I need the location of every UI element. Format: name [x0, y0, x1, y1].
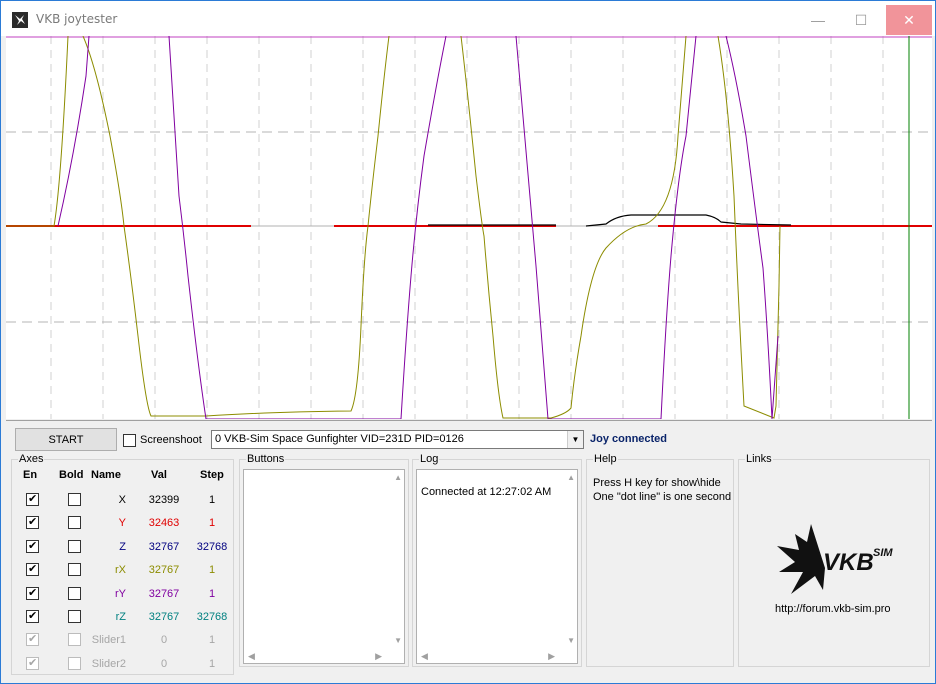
close-icon: ✕	[903, 11, 915, 28]
header-val: Val	[151, 469, 167, 481]
start-button[interactable]: START	[15, 428, 117, 451]
device-select[interactable]: 0 VKB-Sim Space Gunfighter VID=231D PID=…	[211, 430, 584, 449]
screenshot-label: Screenshoot	[140, 434, 202, 446]
axis-step: 1	[208, 657, 216, 670]
axis-value: 32767	[148, 587, 180, 600]
log-entry: Connected at 12:27:02 AM	[421, 486, 552, 498]
axis-name: Y	[118, 517, 126, 530]
header-name: Name	[91, 469, 121, 481]
axis-value: 32767	[148, 564, 180, 577]
axis-step: 1	[208, 564, 216, 577]
axis-trace	[57, 36, 779, 419]
device-select-value: 0 VKB-Sim Space Gunfighter VID=231D PID=…	[215, 433, 464, 445]
axis-bold-checkbox[interactable]	[68, 610, 81, 623]
minimize-button[interactable]: —	[796, 5, 840, 35]
screenshot-checkbox[interactable]	[123, 434, 136, 447]
axis-name: rY	[115, 587, 126, 600]
control-panel: START Screenshoot 0 VKB-Sim Space Gunfig…	[6, 420, 932, 682]
help-line-2: One "dot line" is one second	[593, 491, 732, 503]
axes-group: Axes En Bold Name Val Step X 32399 1 Y 32463…	[11, 453, 234, 675]
axis-scope-plot	[6, 36, 932, 419]
scroll-up-icon[interactable]: ▲	[394, 473, 402, 482]
scroll-right-icon[interactable]: ▶	[375, 651, 382, 662]
help-group: Help Press H key for show\hide One "dot …	[586, 453, 734, 667]
buttons-list[interactable]: ▲ ▼ ◀ ▶	[243, 469, 405, 664]
vkb-sim-logo[interactable]: VKB SIM	[771, 520, 901, 600]
scroll-up-icon[interactable]: ▲	[567, 473, 575, 482]
axis-value: 32767	[148, 611, 180, 623]
chevron-down-icon[interactable]: ▼	[567, 431, 583, 448]
vkb-bird-icon	[777, 524, 825, 594]
axes-group-title: Axes	[18, 453, 45, 465]
help-group-title: Help	[593, 453, 618, 465]
axis-enable-checkbox[interactable]	[26, 562, 39, 577]
scope-canvas	[6, 36, 932, 419]
axis-step: 1	[208, 494, 216, 506]
scroll-down-icon[interactable]: ▼	[394, 636, 402, 645]
window-title: VKB joytester	[36, 12, 118, 26]
axis-bold-checkbox[interactable]	[68, 516, 81, 530]
scroll-left-icon[interactable]: ◀	[421, 651, 428, 662]
axis-enable-checkbox[interactable]	[26, 632, 39, 647]
axis-step: 1	[208, 587, 216, 600]
close-button[interactable]: ✕	[886, 5, 932, 35]
axis-bold-checkbox[interactable]	[68, 656, 81, 670]
axis-name: rZ	[115, 611, 126, 623]
axis-bold-checkbox[interactable]	[68, 586, 81, 600]
app-window: VKB joytester — ☐ ✕ START Screenshoot 0 …	[0, 0, 936, 684]
axis-step: 32768	[196, 540, 228, 553]
header-en: En	[23, 469, 38, 481]
axis-value: 32767	[148, 540, 180, 553]
scroll-left-icon[interactable]: ◀	[248, 651, 255, 662]
links-group: Links VKB SIM http://forum.vkb-sim.pro	[738, 453, 930, 667]
log-group-title: Log	[419, 453, 440, 465]
axis-bold-checkbox[interactable]	[68, 563, 81, 577]
axis-name: rX	[115, 564, 126, 577]
axis-enable-checkbox[interactable]	[26, 515, 39, 530]
axis-bold-checkbox[interactable]	[68, 633, 81, 647]
logo-superscript: SIM	[873, 547, 893, 559]
axis-enable-checkbox[interactable]	[26, 586, 39, 600]
forum-link[interactable]: http://forum.vkb-sim.pro	[775, 603, 891, 615]
vkb-bird-icon	[12, 12, 28, 28]
log-group: Log Connected at 12:27:02 AM ▲ ▼ ◀ ▶	[412, 453, 582, 667]
axis-enable-checkbox[interactable]	[26, 492, 39, 506]
axis-value: 0	[160, 634, 168, 647]
maximize-button[interactable]: ☐	[839, 5, 883, 35]
buttons-group-title: Buttons	[246, 453, 286, 465]
axis-value: 32399	[148, 494, 180, 506]
title-bar: VKB joytester — ☐ ✕	[1, 1, 935, 36]
links-group-title: Links	[745, 453, 773, 465]
help-line-1: Press H key for show\hide	[593, 477, 721, 489]
axis-step: 1	[208, 517, 216, 530]
logo-text: VKB	[823, 549, 874, 576]
axis-bold-checkbox[interactable]	[68, 493, 81, 506]
axis-enable-checkbox[interactable]	[26, 609, 39, 623]
axis-step: 32768	[196, 611, 228, 623]
axis-value: 32463	[148, 517, 180, 530]
minimize-icon: —	[811, 12, 825, 28]
axis-name: Slider1	[91, 634, 126, 647]
scroll-down-icon[interactable]: ▼	[567, 636, 575, 645]
scroll-right-icon[interactable]: ▶	[548, 651, 555, 662]
connection-status: Joy connected	[590, 433, 668, 445]
axis-name: X	[118, 494, 126, 506]
axis-name: Z	[119, 540, 126, 553]
axis-enable-checkbox[interactable]	[26, 656, 39, 670]
axis-name: Slider2	[91, 657, 126, 670]
axis-value: 0	[160, 657, 168, 670]
log-list[interactable]: Connected at 12:27:02 AM ▲ ▼ ◀ ▶	[416, 469, 578, 664]
axis-enable-checkbox[interactable]	[26, 539, 39, 553]
axis-traces	[6, 36, 932, 419]
maximize-icon: ☐	[854, 11, 868, 28]
header-step: Step	[200, 469, 224, 481]
header-bold: Bold	[59, 469, 84, 481]
axis-step: 1	[208, 634, 216, 647]
buttons-group: Buttons ▲ ▼ ◀ ▶	[239, 453, 409, 667]
axis-bold-checkbox[interactable]	[68, 539, 81, 553]
